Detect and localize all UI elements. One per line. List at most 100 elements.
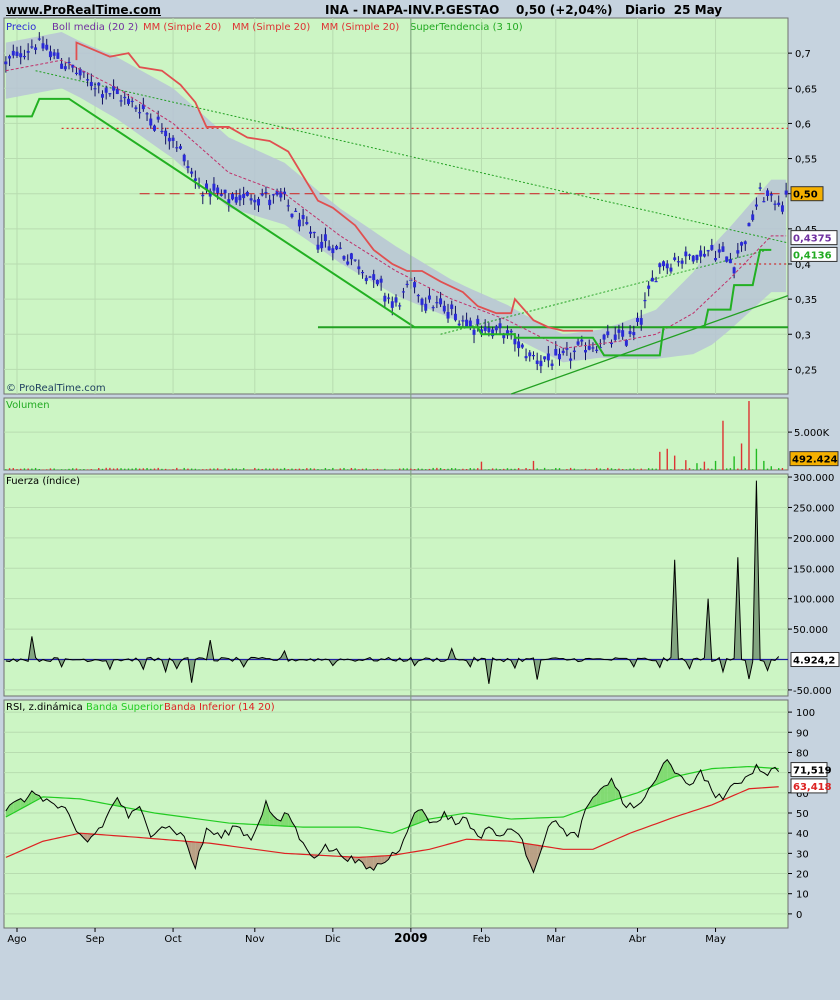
candle-body bbox=[257, 198, 261, 206]
x-tick-label: Mar bbox=[546, 934, 566, 945]
volume-bar bbox=[276, 468, 278, 470]
volume-bar bbox=[194, 468, 197, 470]
candle-body bbox=[699, 250, 703, 257]
candle-body bbox=[372, 274, 376, 281]
candle-body bbox=[680, 260, 684, 264]
rsi-tick-label: 40 bbox=[796, 829, 809, 840]
volume-bar bbox=[510, 468, 512, 470]
volume-bar bbox=[120, 468, 122, 470]
volume-bar bbox=[778, 468, 780, 470]
volume-bar bbox=[161, 468, 163, 470]
candle-body bbox=[297, 219, 301, 227]
volume-bar bbox=[268, 468, 271, 470]
rsi-tick-label: 30 bbox=[796, 849, 809, 860]
candle-body bbox=[442, 305, 446, 312]
volume-bar bbox=[536, 468, 538, 470]
volume-bar bbox=[343, 467, 345, 470]
candle-body bbox=[624, 339, 628, 346]
volume-bar bbox=[573, 468, 576, 470]
candle-body bbox=[387, 297, 391, 299]
candle-body bbox=[234, 196, 238, 203]
candle-body bbox=[294, 210, 298, 213]
volume-bar bbox=[447, 468, 449, 470]
rsi-overbought-fill bbox=[604, 785, 608, 804]
volume-bar bbox=[722, 420, 724, 470]
volume-bar bbox=[190, 468, 193, 470]
candle-body bbox=[89, 81, 93, 87]
candle-body bbox=[30, 46, 34, 48]
volume-bar bbox=[506, 468, 509, 470]
volume-bar bbox=[68, 468, 70, 470]
volume-bar bbox=[488, 469, 490, 470]
candle-body bbox=[721, 246, 725, 252]
candle-body bbox=[736, 250, 740, 254]
volume-bar bbox=[131, 468, 133, 470]
volume-bar bbox=[685, 460, 687, 470]
candle-body bbox=[465, 319, 469, 327]
volume-bar bbox=[748, 401, 750, 470]
candle-body bbox=[740, 242, 744, 246]
candle-body bbox=[115, 88, 119, 95]
volume-bar bbox=[198, 469, 200, 470]
volume-bar bbox=[484, 469, 486, 470]
candle-body bbox=[349, 253, 353, 260]
candle-body bbox=[714, 258, 718, 261]
candle-body bbox=[754, 204, 758, 207]
volume-bar bbox=[781, 467, 784, 470]
volume-bar bbox=[324, 467, 327, 470]
stock-chart[interactable]: 0,70,650,60,550,50,450,40,350,30,25Preci… bbox=[0, 0, 840, 1000]
candle-body bbox=[368, 276, 372, 278]
candle-body bbox=[747, 223, 751, 227]
volume-bar bbox=[112, 468, 115, 470]
candle-body bbox=[531, 355, 535, 357]
candle-body bbox=[450, 304, 454, 309]
price-tick-label: 0,7 bbox=[795, 49, 811, 60]
candle-body bbox=[461, 320, 465, 322]
volume-bar bbox=[752, 469, 754, 470]
price-tick-label: 0,25 bbox=[795, 365, 817, 376]
candle-body bbox=[587, 345, 591, 350]
volume-bar bbox=[465, 469, 468, 470]
candle-body bbox=[780, 205, 784, 212]
volume-bar bbox=[521, 469, 524, 470]
candle-body bbox=[290, 213, 294, 218]
candle-body bbox=[457, 323, 461, 326]
volume-bar bbox=[477, 468, 479, 470]
price-legend-item: MM (Simple 20) bbox=[321, 22, 399, 33]
volume-bar bbox=[763, 460, 765, 470]
volume-bar bbox=[34, 467, 37, 470]
candle-body bbox=[453, 313, 457, 321]
x-tick-label: Sep bbox=[86, 934, 105, 945]
rsi-legend-lower: Banda Inferior (14 20) bbox=[164, 702, 275, 713]
candle-body bbox=[728, 259, 732, 264]
x-tick-label: Oct bbox=[164, 934, 181, 945]
candle-body bbox=[702, 253, 706, 257]
volume-bar bbox=[588, 469, 590, 470]
volume-bar bbox=[46, 469, 48, 470]
candle-body bbox=[561, 350, 565, 353]
volume-bar bbox=[168, 469, 171, 470]
volume-bar bbox=[659, 451, 661, 470]
volume-bar bbox=[399, 468, 401, 470]
volume-bar bbox=[376, 468, 379, 470]
candle-body bbox=[684, 251, 688, 257]
candle-body bbox=[535, 360, 539, 364]
candle-body bbox=[710, 245, 714, 250]
candle-body bbox=[580, 339, 584, 342]
volume-bar bbox=[614, 468, 616, 470]
price-legend-item: Boll media (20 2) bbox=[52, 22, 138, 33]
volume-bar bbox=[670, 469, 672, 470]
volume-bar bbox=[785, 469, 787, 470]
volume-bar bbox=[320, 469, 323, 470]
volume-bar bbox=[380, 469, 382, 470]
fuerza-value-label: 4.924,2 bbox=[793, 656, 835, 667]
volume-bar bbox=[532, 460, 535, 470]
volume-bar bbox=[213, 468, 215, 470]
candle-body bbox=[74, 72, 78, 74]
volume-bar bbox=[354, 468, 356, 470]
price-value-label: 0,50 bbox=[793, 190, 818, 201]
candle-body bbox=[520, 344, 524, 348]
volume-bar bbox=[725, 468, 728, 470]
candle-body bbox=[11, 50, 15, 56]
volume-bar bbox=[562, 469, 564, 470]
